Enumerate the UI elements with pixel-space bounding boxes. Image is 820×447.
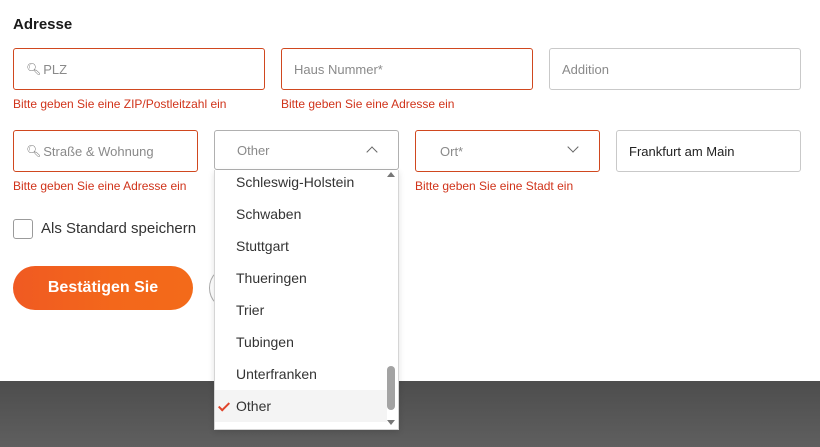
dropdown-option[interactable]: Schwaben	[215, 198, 387, 230]
zip-placeholder: PLZ	[43, 61, 68, 77]
house-number-input[interactable]: Haus Nummer*	[281, 48, 533, 90]
region-dropdown[interactable]: Schleswig-Holstein Schwaben Stuttgart Th…	[214, 170, 399, 430]
dropdown-option-label: Other	[236, 398, 272, 414]
section-title: Adresse	[13, 16, 73, 33]
dropdown-scrollbar[interactable]	[386, 170, 396, 429]
zip-input[interactable]: 🔍︎ PLZ	[13, 48, 265, 90]
street-error: Bitte geben Sie eine Adresse ein	[13, 179, 187, 193]
save-default-label: Als Standard speichern	[41, 220, 197, 237]
city-name-value: Frankfurt am Main	[629, 143, 735, 159]
region-select-value: Other	[237, 142, 270, 158]
street-input[interactable]: 🔍︎ Straße & Wohnung	[13, 130, 198, 172]
search-icon: 🔍︎	[26, 62, 42, 76]
street-placeholder: Straße & Wohnung	[43, 143, 154, 159]
scroll-up-arrow-icon[interactable]	[387, 172, 395, 177]
save-default-checkbox[interactable]	[13, 219, 33, 239]
house-number-error: Bitte geben Sie eine Adresse ein	[281, 97, 455, 111]
zip-error: Bitte geben Sie eine ZIP/Postleitzahl ei…	[13, 97, 227, 111]
check-icon	[217, 399, 231, 412]
confirm-button-label: Bestätigen Sie	[47, 279, 159, 296]
dropdown-option[interactable]: Thueringen	[215, 262, 387, 294]
house-number-placeholder: Haus Nummer*	[294, 61, 383, 77]
city-select[interactable]: Ort*	[415, 130, 600, 172]
dropdown-option[interactable]: Trier	[215, 294, 387, 326]
search-icon: 🔍︎	[26, 144, 42, 158]
addition-placeholder: Addition	[562, 61, 609, 77]
region-select[interactable]: Other	[214, 130, 399, 170]
scroll-down-arrow-icon[interactable]	[387, 420, 395, 425]
dropdown-option[interactable]: Unterfranken	[215, 358, 387, 390]
city-name-input[interactable]: Frankfurt am Main	[616, 130, 801, 172]
footer	[0, 381, 820, 447]
chevron-up-icon	[366, 146, 378, 158]
dropdown-option[interactable]: Stuttgart	[215, 230, 387, 262]
dropdown-option[interactable]: Schleswig-Holstein	[215, 170, 387, 198]
dropdown-option[interactable]: Tubingen	[215, 326, 387, 358]
addition-input[interactable]: Addition	[549, 48, 801, 90]
city-error: Bitte geben Sie eine Stadt ein	[415, 179, 574, 193]
chevron-down-icon	[567, 141, 579, 153]
city-placeholder: Ort*	[440, 143, 464, 159]
confirm-button[interactable]: Bestätigen Sie	[13, 266, 193, 310]
scrollbar-thumb[interactable]	[387, 366, 395, 410]
dropdown-option-selected[interactable]: Other	[215, 390, 387, 422]
